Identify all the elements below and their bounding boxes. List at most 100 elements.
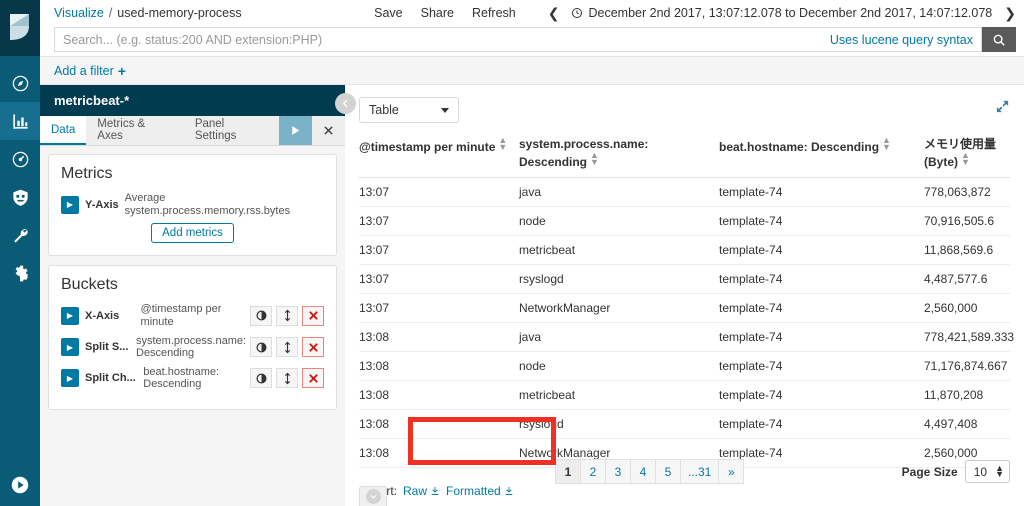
sidebar-item-discover[interactable] (0, 64, 40, 102)
toggle-icon[interactable] (250, 368, 272, 389)
page-size-select[interactable]: 10 ▲ ▼ (964, 460, 1010, 483)
chevron-right-icon[interactable]: ❯ (1004, 5, 1016, 22)
pagination-page-[interactable]: » (718, 459, 745, 484)
table-cell: metricbeat (519, 235, 719, 266)
add-metrics-button[interactable]: Add metrics (151, 223, 234, 244)
search-input[interactable] (63, 32, 830, 47)
table-cell: 13:07 (359, 264, 519, 295)
table-cell: template-74 (719, 409, 924, 440)
toggle-icon[interactable] (250, 337, 272, 358)
data-table-wrap: @timestamp per minute ▲ ▼ system.process.n… (345, 135, 1024, 469)
expand-caret-icon[interactable]: ▶ (61, 338, 79, 357)
export-formatted-label: Formatted (446, 484, 501, 499)
bucket-row-split-series[interactable]: ▶ Split S... system.process.name: Descen… (61, 335, 324, 360)
search-submit-button[interactable] (982, 27, 1016, 52)
spy-panel-toggle[interactable] (359, 486, 387, 506)
pagination-page-4[interactable]: 4 (630, 459, 656, 484)
sort-icon: ▲ ▼ (882, 135, 891, 152)
column-header-hostname[interactable]: beat.hostname: Descending ▲ ▼ (719, 135, 924, 179)
tab-data-label: Data (51, 123, 76, 136)
table-cell: 13:07 (359, 293, 519, 324)
column-header-memory[interactable]: メモリ使用量 (Byte) ▲ ▼ (924, 137, 1010, 179)
query-input-wrap: Uses lucene query syntax (54, 27, 982, 52)
expand-arrows-icon[interactable] (995, 97, 1010, 119)
rail-collapse-button[interactable] (0, 474, 40, 496)
bucket-controls (250, 305, 324, 326)
table-row: 13:08 node template-74 71,176,874.667 (359, 351, 1010, 382)
sidebar-item-management[interactable] (0, 254, 40, 292)
table-cell: node (519, 206, 719, 237)
table-cell: 778,421,589.333 (924, 322, 1014, 353)
bucket-label: X-Axis (85, 309, 120, 322)
sidebar-item-timelion[interactable] (0, 140, 40, 178)
add-metrics-wrap: Add metrics (61, 223, 324, 244)
table-cell: 70,916,505.6 (924, 206, 1010, 237)
share-button[interactable]: Share (421, 6, 454, 20)
filter-bar: Add a filter + (40, 56, 1024, 85)
page-size-control: Page Size 10 ▲ ▼ (902, 460, 1010, 483)
table-cell: 4,487,577.6 (924, 264, 1010, 295)
vis-editor-sidebar: metricbeat-* Data Metrics & Axes Panel S… (40, 85, 356, 506)
discard-changes-button[interactable] (312, 116, 345, 145)
sidebar-item-dev-tools[interactable] (0, 216, 40, 254)
export-formatted-link[interactable]: Formatted (446, 484, 514, 498)
toggle-icon[interactable] (250, 305, 272, 326)
column-header-process-name[interactable]: system.process.name: Descending ▲ ▼ (519, 137, 719, 179)
sort-icon: ▲ ▼ (498, 135, 508, 152)
top-nav-actions: Save Share Refresh ❮ December 2nd 2017, … (374, 5, 1016, 22)
vis-type-select[interactable]: Table (359, 97, 459, 123)
download-icon (431, 487, 439, 496)
pagination-page-5[interactable]: 5 (655, 459, 681, 484)
metric-row-y-axis[interactable]: ▶ Y-Axis Average system.process.memory.r… (61, 192, 324, 217)
sort-icon: ▲ ▼ (961, 150, 970, 168)
expand-caret-icon[interactable]: ▶ (61, 195, 79, 214)
move-updown-icon[interactable] (276, 368, 298, 389)
lucene-syntax-link[interactable]: Uses lucene query syntax (830, 33, 973, 47)
bucket-row-split-chart[interactable]: ▶ Split Ch... beat.hostname: Descending (61, 366, 324, 391)
table-row: 13:08 rsyslogd template-74 4,497,408 (359, 409, 1010, 440)
page-size-label: Page Size (901, 464, 958, 479)
move-updown-icon[interactable] (276, 305, 298, 326)
table-cell: 778,063,872 (924, 177, 1010, 208)
export-raw-link[interactable]: Raw (403, 484, 440, 498)
pagination: 1 2 3 4 5 ...31» (555, 459, 745, 484)
metric-label: Y-Axis (85, 198, 119, 211)
vis-toolbar: Table (345, 85, 1024, 123)
table-cell: node (519, 351, 719, 382)
time-range-text: December 2nd 2017, 13:07:12.078 to Decem… (588, 6, 993, 20)
tab-metrics-axes[interactable]: Metrics & Axes (86, 116, 184, 145)
column-header-timestamp[interactable]: @timestamp per minute ▲ ▼ (359, 135, 519, 179)
chevron-left-icon[interactable]: ❮ (548, 5, 560, 22)
save-button[interactable]: Save (374, 6, 403, 20)
expand-caret-icon[interactable]: ▶ (61, 306, 79, 325)
remove-x-icon[interactable] (302, 337, 324, 358)
pagination-page-1[interactable]: 1 (555, 459, 581, 484)
apply-changes-button[interactable] (279, 116, 313, 145)
pagination-row: 1 2 3 4 5 ...31» Page Size 10 ▲ ▼ (345, 459, 1024, 484)
chevron-down-icon (441, 107, 449, 113)
metrics-card: Metrics ▶ Y-Axis Average system.process.… (48, 154, 337, 257)
remove-x-icon[interactable] (302, 305, 324, 326)
bucket-row-x-axis[interactable]: ▶ X-Axis @timestamp per minute (61, 303, 324, 328)
table-row: 13:08 java template-74 778,421,589.333 (359, 322, 1014, 353)
refresh-button[interactable]: Refresh (472, 6, 516, 20)
sidebar-item-visualize[interactable] (0, 102, 40, 140)
expand-caret-icon[interactable]: ▶ (61, 369, 79, 388)
tab-data[interactable]: Data (40, 116, 87, 145)
pagination-page-3[interactable]: 3 (605, 459, 631, 484)
buckets-card: Buckets ▶ X-Axis @timestamp per minute ▶… (48, 265, 337, 411)
sidebar-item-monitoring[interactable] (0, 178, 40, 216)
tab-panel-settings[interactable]: Panel Settings (184, 116, 280, 145)
breadcrumb: Visualize / used-memory-process (54, 6, 242, 20)
pagination-page-31[interactable]: ...31 (680, 459, 720, 484)
remove-x-icon[interactable] (302, 368, 324, 389)
breadcrumb-separator: / (108, 6, 113, 20)
pagination-page-2[interactable]: 2 (580, 459, 606, 484)
chevron-left-circle-icon[interactable] (335, 93, 356, 114)
table-cell: 13:08 (359, 351, 519, 382)
spinner-icon: ▲ ▼ (995, 463, 1004, 479)
add-filter-button[interactable]: Add a filter + (54, 63, 126, 79)
time-range-display[interactable]: December 2nd 2017, 13:07:12.078 to Decem… (571, 6, 992, 20)
move-updown-icon[interactable] (276, 337, 298, 358)
breadcrumb-visualize[interactable]: Visualize (54, 6, 104, 20)
